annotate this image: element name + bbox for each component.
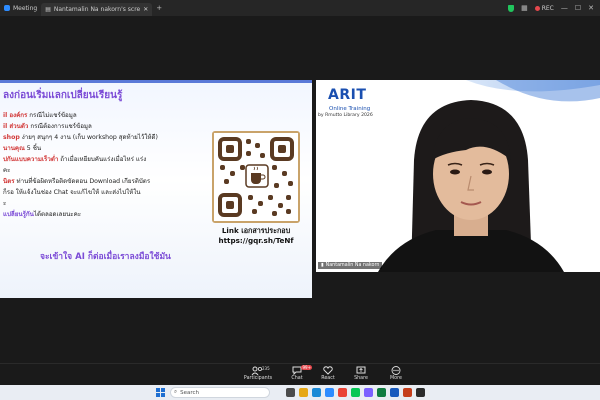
zoom-app-icon[interactable] xyxy=(325,388,334,397)
slide-bullet-highlight: นิตร xyxy=(3,178,15,185)
tab-close-icon[interactable]: ✕ xyxy=(143,6,148,13)
title-bar: Meeting ▤ Nantamalin Na nakorn's scre ✕ … xyxy=(0,0,600,16)
heart-icon xyxy=(323,366,333,375)
windows-start-icon[interactable] xyxy=(156,388,165,397)
slide-title: ลงก่อนเริ่มแลกเปลี่ยนเรียนรู้ xyxy=(3,90,123,101)
grid-icon[interactable]: ▦ xyxy=(521,4,528,12)
slide-bullet-highlight: แปลี่ยนรู้กัน xyxy=(3,211,34,218)
react-label: React xyxy=(321,376,335,381)
app-icon[interactable] xyxy=(416,388,425,397)
mic-icon: ▮ xyxy=(321,263,324,268)
slide-bullet-line: นานคุณ 5 ชิ้น xyxy=(3,143,41,153)
slide-bullet-text: กรณีไม่แชร์ข้อมูล xyxy=(27,112,77,119)
share-button[interactable]: Share xyxy=(341,366,381,381)
slide-bullet-line: คะ xyxy=(3,165,10,175)
slide-bullet-text: ง่ายๆ สนุกๆ 4 งาน (เก็บ workshop สุดท้าย… xyxy=(19,134,158,141)
share-screen-icon xyxy=(356,366,366,374)
qr-link-text: Link เอกสารประกอบ https://gqr.sh/TeNf xyxy=(205,226,307,246)
speaker-name: Nantamalin Na nakorn xyxy=(325,263,380,268)
slide-bullet-line: ะ xyxy=(3,198,6,208)
app-title: Meeting xyxy=(13,4,38,12)
more-label: More xyxy=(390,376,402,381)
chrome-icon[interactable] xyxy=(338,388,347,397)
slide-bullet-line: il องค์กร กรณีไม่แชร์ข้อมูล xyxy=(3,110,77,120)
slide-bullet-text: ถ้าเมื่อเหยียบคันแร่งเมื่อไหร่ แร่ง xyxy=(58,156,147,163)
taskbar-search-input[interactable]: ⌕ Search xyxy=(170,387,270,398)
view-icon: ▤ xyxy=(45,6,51,13)
search-icon: ⌕ xyxy=(174,389,178,395)
qr-code-image xyxy=(214,133,298,221)
meeting-toolbar: 235 Participants 99+ Chat React Share Mo… xyxy=(0,363,600,385)
file-explorer-icon[interactable] xyxy=(299,388,308,397)
slide-bullet-line: ปกันแบบความเร็วต่ำ ถ้าเมื่อเหยียบคันแร่ง… xyxy=(3,154,146,164)
slide-footer: จะเข้าใจ AI ก็ต่อเมื่อเราลงมือใช้มัน xyxy=(40,252,171,262)
slide-bullet-highlight: นานคุณ xyxy=(3,145,25,152)
excel-icon[interactable] xyxy=(377,388,386,397)
maximize-icon[interactable]: ☐ xyxy=(575,4,581,12)
zoom-icon xyxy=(4,5,10,11)
slide-bullet-text: กรณีต้องการแชร์ข้อมูล xyxy=(28,123,92,130)
close-window-icon[interactable]: ✕ xyxy=(588,4,594,12)
video-subtitle-2: by Rmutto Library 2026 xyxy=(318,113,373,118)
participants-count: 235 xyxy=(262,366,270,371)
arit-logo: ARIT xyxy=(328,87,367,103)
word-icon[interactable] xyxy=(390,388,399,397)
qr-link-label: Link เอกสารประกอบ xyxy=(221,226,291,235)
teams-icon[interactable] xyxy=(364,388,373,397)
slide-bullet-text: คะ xyxy=(3,167,11,174)
slide-bullet-line: shop ง่ายๆ สนุกๆ 4 งาน (เก็บ workshop สุ… xyxy=(3,132,158,142)
qr-link-url: https://gqr.sh/TeNf xyxy=(218,236,294,245)
slide-bullet-text: 5 ชิ้น xyxy=(24,145,42,152)
slide-bullet-text: ะ xyxy=(3,200,7,207)
slide-bullet-highlight: il ส่วนตัว xyxy=(3,123,29,130)
chat-label: Chat xyxy=(291,376,303,381)
slide-bullet-text: ก็รอ ให้แจ้งในช่อง Chat จะแก้ไขให้ และส่… xyxy=(3,189,141,196)
line-app-icon[interactable] xyxy=(351,388,360,397)
slide-bullet-highlight: ปกันแบบความเร็วต่ำ xyxy=(3,156,59,163)
slide-bullet-line: ก็รอ ให้แจ้งในช่อง Chat จะแก้ไขให้ และส่… xyxy=(3,187,140,197)
rec-label: REC xyxy=(541,4,554,12)
tab-title: Nantamalin Na nakorn's scre xyxy=(53,6,141,13)
qr-code xyxy=(212,131,300,223)
slide-bullet-highlight: il องค์กร xyxy=(3,112,28,119)
slide-bullet-highlight: shop xyxy=(3,134,20,141)
new-tab-icon[interactable]: + xyxy=(156,4,162,12)
meeting-app-label: Meeting xyxy=(0,0,41,16)
participants-label: Participants xyxy=(243,376,273,381)
slide-bullet-text: ได้ตลอดเลยนะคะ xyxy=(33,211,82,218)
os-taskbar: ⌕ Search xyxy=(0,385,600,400)
powerpoint-icon[interactable] xyxy=(403,388,412,397)
edge-icon[interactable] xyxy=(312,388,321,397)
minimize-icon[interactable]: — xyxy=(561,4,568,12)
speaker-name-tag: ▮ Nantamalin Na nakorn xyxy=(318,262,383,269)
video-subtitle: Online Training xyxy=(329,106,371,112)
task-view-icon[interactable] xyxy=(286,388,295,397)
participants-button[interactable]: 235 Participants xyxy=(238,366,278,381)
rec-indicator[interactable]: REC xyxy=(534,4,554,12)
slide-bullet-text: ท่านที่ข้อผิดหรือติดขัดตอน Download เกีย… xyxy=(14,178,151,185)
more-icon xyxy=(391,366,401,375)
shield-icon[interactable] xyxy=(508,4,515,12)
more-button[interactable]: More xyxy=(376,366,416,381)
slide-bullet-line: นิตร ท่านที่ข้อผิดหรือติดขัดตอน Download… xyxy=(3,176,150,186)
share-label: Share xyxy=(354,376,368,381)
screen-share-tab[interactable]: ▤ Nantamalin Na nakorn's scre ✕ xyxy=(41,3,153,16)
slide-bullet-line: แปลี่ยนรู้กันได้ตลอดเลยนะคะ xyxy=(3,209,81,219)
record-icon xyxy=(534,5,540,11)
search-placeholder: Search xyxy=(180,389,199,396)
shared-screen-slide: ลงก่อนเริ่มแลกเปลี่ยนเรียนรู้ il องค์กร … xyxy=(0,80,312,298)
slide-bullet-line: il ส่วนตัว กรณีต้องการแชร์ข้อมูล xyxy=(3,121,92,131)
